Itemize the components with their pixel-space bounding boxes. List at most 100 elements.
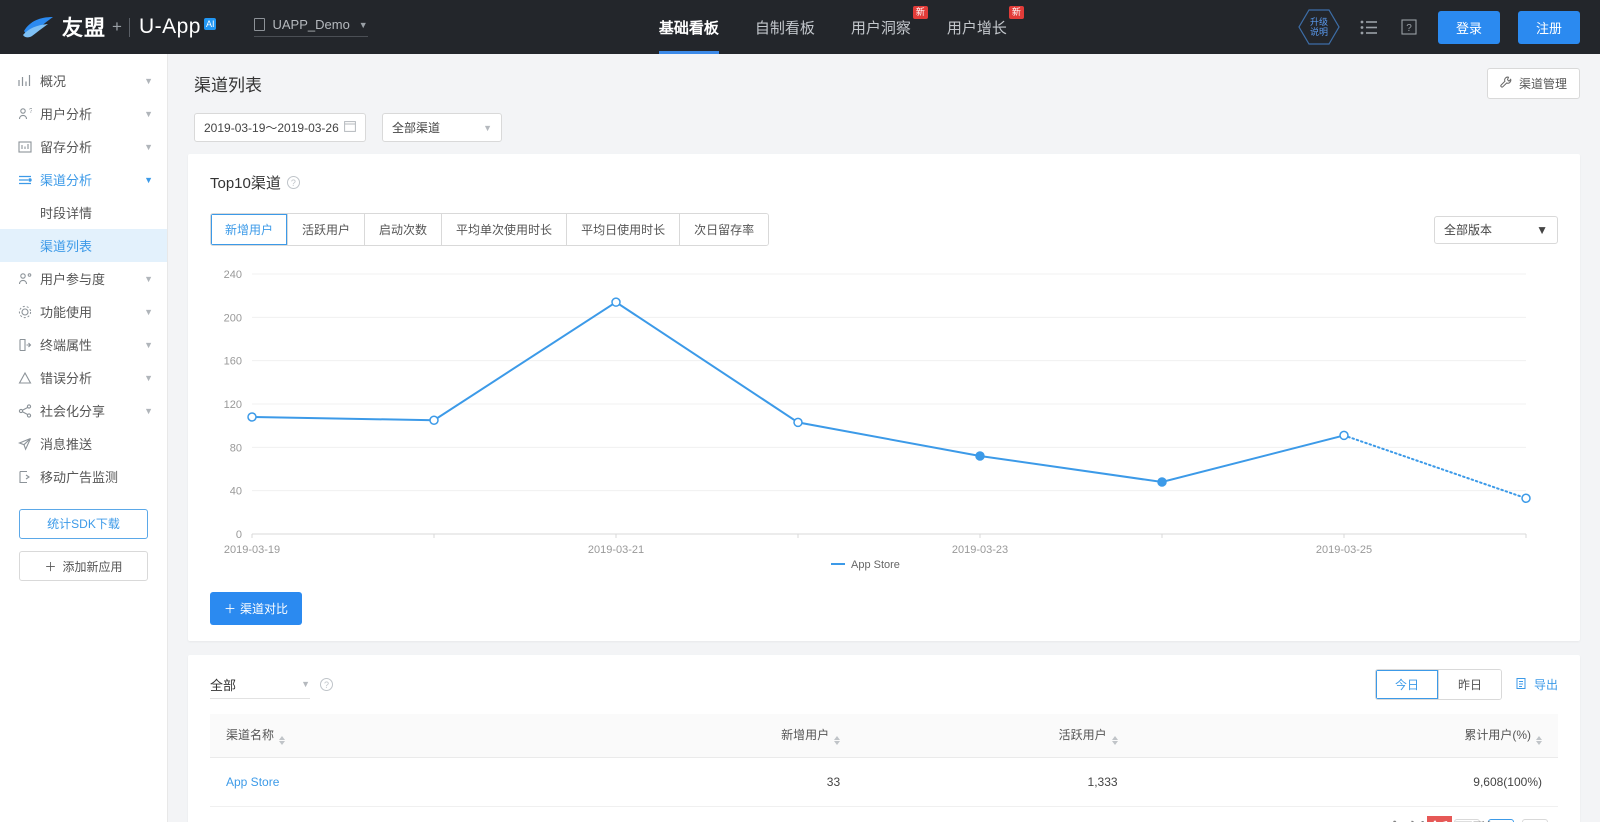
topnav-label-0: 基础看板 [658, 19, 719, 37]
brand-name-uapp: U-App [138, 15, 201, 38]
version-filter-value: 全部版本 [1444, 223, 1493, 237]
chart-card: Top10渠道 ? 新增用户 活跃用户 启动次数 平均单次使用时长 平均日使用时… [188, 154, 1580, 641]
app-switcher[interactable]: UAPP_Demo ▼ [254, 17, 368, 37]
table-filter-select[interactable]: 全部 ▼ [210, 671, 310, 699]
app-switcher-label: UAPP_Demo [272, 17, 350, 32]
upgrade-line2: 说明 [1309, 27, 1328, 37]
app-icon [254, 18, 266, 31]
tab-next-day-retention[interactable]: 次日留存率 [680, 214, 769, 245]
tab-active-users[interactable]: 活跃用户 [288, 214, 366, 245]
new-badge-2: 新 [912, 6, 928, 19]
ad-monitor-icon [18, 470, 40, 484]
help-icon[interactable]: ? [1398, 16, 1420, 38]
sidebar-item-feature-usage[interactable]: 功能使用 ▼ [0, 295, 167, 328]
topnav-item-2[interactable]: 用户洞察 新 [850, 0, 928, 54]
sidebar-item-error-analysis[interactable]: 错误分析 ▼ [0, 361, 167, 394]
sidebar-item-retention[interactable]: 留存分析 ▼ [0, 130, 167, 163]
chart-tab-row: 新增用户 活跃用户 启动次数 平均单次使用时长 平均日使用时长 次日留存率 全部… [210, 213, 1558, 246]
sidebar-item-overview[interactable]: 概况 ▼ [0, 64, 167, 97]
tab-avg-daily-duration[interactable]: 平均日使用时长 [567, 214, 681, 245]
help-icon[interactable]: ? [286, 176, 300, 189]
sidebar-item-ad-monitor[interactable]: 移动广告监测 [0, 460, 167, 493]
cell-channel-name[interactable]: App Store [210, 757, 563, 807]
gear-icon [18, 305, 40, 319]
channel-filter-value: 全部渠道 [392, 121, 441, 135]
yesterday-button[interactable]: 昨日 [1438, 670, 1501, 699]
sidebar-item-user-analysis[interactable]: ? 用户分析 ▼ [0, 97, 167, 130]
sdk-download-button[interactable]: 统计SDK下载 [19, 509, 148, 539]
th-label-1: 新增用户 [781, 728, 830, 742]
sidebar-item-time-detail[interactable]: 时段详情 [0, 196, 167, 229]
sidebar-item-device[interactable]: 终端属性 ▼ [0, 328, 167, 361]
share-icon [18, 403, 40, 418]
sidebar-label-channel-analysis: 渠道分析 [40, 173, 93, 188]
today-button[interactable]: 今日 [1375, 670, 1439, 699]
brand-divider [128, 17, 130, 37]
plus-icon: ＋ [44, 559, 57, 574]
chart-up-icon [18, 74, 40, 88]
upgrade-info-button[interactable]: 升级 说明 [1298, 8, 1340, 46]
svg-text:?: ? [29, 108, 32, 115]
main-content: 渠道列表 渠道管理 2019-03-19～2019-03-26 全部渠道 ▼ T… [168, 54, 1600, 822]
channel-compare-button[interactable]: ＋ 渠道对比 [210, 592, 303, 625]
register-button[interactable]: 注册 [1517, 10, 1580, 44]
top-bar: 友盟 + U-App AI UAPP_Demo ▼ 基础看板 自制看板 用户洞察… [0, 0, 1600, 54]
svg-text:200: 200 [224, 312, 242, 324]
sidebar-item-push[interactable]: 消息推送 [0, 427, 167, 460]
topnav-item-0[interactable]: 基础看板 [658, 0, 719, 54]
sort-icon[interactable] [1536, 736, 1542, 745]
channel-filter-select[interactable]: 全部渠道 ▼ [382, 113, 502, 142]
th-active-users[interactable]: 活跃用户 [840, 714, 1118, 758]
tab-avg-session-duration[interactable]: 平均单次使用时长 [442, 214, 568, 245]
login-button[interactable]: 登录 [1437, 10, 1500, 44]
sidebar-label-push: 消息推送 [40, 437, 93, 452]
svg-text:0: 0 [236, 529, 242, 541]
th-channel-name[interactable]: 渠道名称 [210, 714, 563, 758]
sort-icon[interactable] [834, 736, 841, 745]
list-menu-icon[interactable] [1358, 16, 1380, 38]
sidebar-item-social-share[interactable]: 社会化分享 ▼ [0, 394, 167, 427]
svg-text:120: 120 [224, 399, 242, 411]
chart-title-text: Top10渠道 [210, 175, 281, 192]
calendar-icon [344, 120, 356, 135]
svg-text:2019-03-21: 2019-03-21 [588, 544, 644, 556]
tab-new-users[interactable]: 新增用户 [211, 214, 289, 245]
sort-icon[interactable] [279, 736, 286, 745]
new-badge-3: 新 [1008, 6, 1024, 19]
th-new-users[interactable]: 新增用户 [562, 714, 841, 758]
add-app-button[interactable]: ＋ 添加新应用 [19, 551, 148, 581]
line-chart-svg: 0 40 80 120 160 200 240 2019-03-19 2019-03-21 201… [224, 269, 1531, 571]
table-row: App Store 33 1,333 9,608(100%) [210, 757, 1558, 807]
sidebar-label-retention: 留存分析 [40, 140, 93, 155]
sidebar-item-engagement[interactable]: 用户参与度 ▼ [0, 262, 167, 295]
svg-text:40: 40 [230, 486, 242, 498]
sidebar-item-channel-analysis[interactable]: 渠道分析 ▼ [0, 163, 167, 196]
export-button[interactable]: 导出 [1516, 676, 1558, 693]
help-icon[interactable]: ? [320, 678, 333, 691]
th-total-users[interactable]: 累计用户(%) [1117, 714, 1558, 758]
channel-table: 渠道名称 新增用户 活跃用户 累计用户(%) App Store 33 1,33… [210, 714, 1558, 807]
svg-text:240: 240 [224, 269, 242, 281]
sort-icon[interactable] [1111, 736, 1118, 745]
channel-manage-label: 渠道管理 [1518, 77, 1567, 91]
brand-logo[interactable]: 友盟 + U-App AI [0, 12, 217, 42]
sidebar-item-channel-list[interactable]: 渠道列表 [0, 229, 167, 262]
version-filter-select[interactable]: 全部版本 ▼ [1434, 215, 1558, 244]
topnav-item-1[interactable]: 自制看板 [755, 0, 815, 54]
date-range-picker[interactable]: 2019-03-19～2019-03-26 [194, 113, 366, 142]
topnav-item-3[interactable]: 用户增长 新 [947, 0, 1024, 54]
topnav-label-2: 用户洞察 [850, 19, 911, 37]
chevron-down-icon: ▼ [144, 306, 153, 317]
chevron-down-icon: ▼ [1536, 222, 1548, 237]
table-filter-value: 全部 [210, 677, 237, 693]
ai-badge: AI [203, 18, 217, 30]
svg-text:80: 80 [230, 442, 242, 454]
channel-manage-button[interactable]: 渠道管理 [1486, 68, 1580, 99]
channel-icon [18, 173, 40, 187]
tab-launch-count[interactable]: 启动次数 [365, 214, 443, 245]
sidebar-label-error-analysis: 错误分析 [40, 371, 93, 386]
svg-text:2019-03-25: 2019-03-25 [1316, 544, 1372, 556]
send-icon [18, 437, 40, 451]
svg-text:2019-03-23: 2019-03-23 [952, 544, 1008, 556]
chevron-down-icon: ▼ [144, 339, 153, 350]
